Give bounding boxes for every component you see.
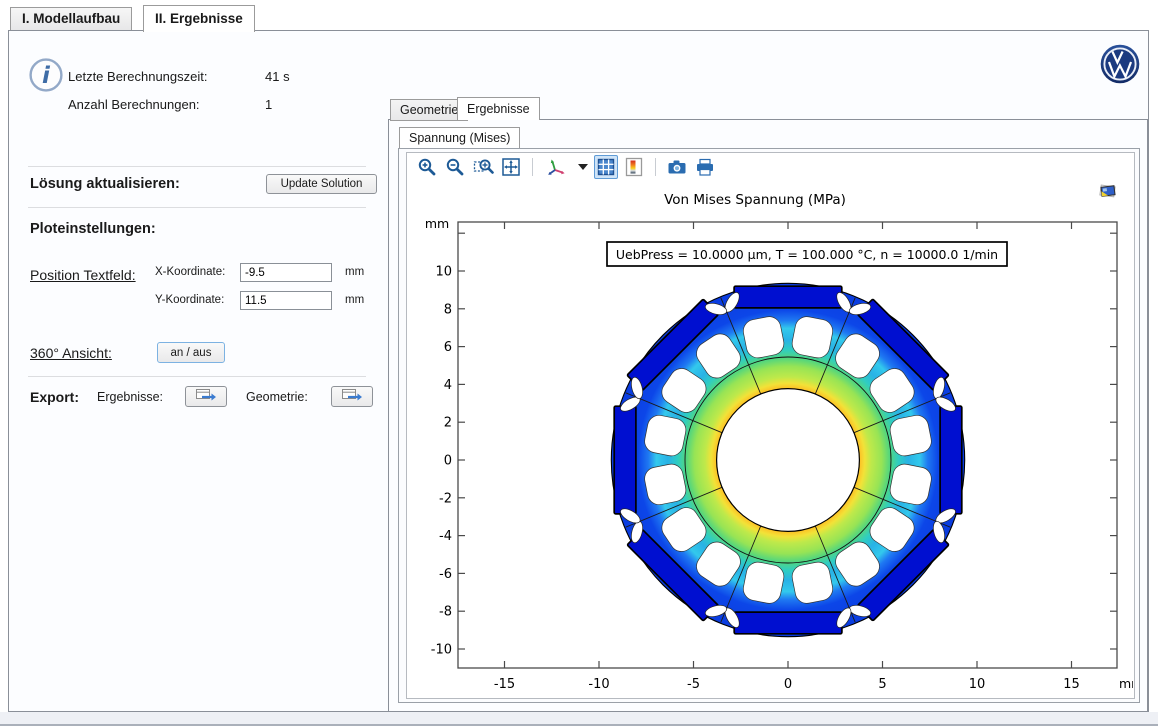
- x-coordinate-label: X-Koordinate:: [155, 266, 225, 278]
- update-solution-label: Lösung aktualisieren:: [30, 176, 180, 192]
- last-calc-time-value: 41 s: [265, 69, 290, 84]
- zoom-in-button[interactable]: [415, 155, 439, 179]
- color-legend-toggle-button[interactable]: [622, 155, 646, 179]
- export-icon: [195, 388, 217, 405]
- view-360-toggle-button[interactable]: an / aus: [157, 342, 225, 363]
- zoom-in-icon: [417, 157, 437, 177]
- graphics-toolbar: [407, 153, 1140, 181]
- y-coordinate-input[interactable]: [240, 291, 332, 310]
- zoom-extents-button[interactable]: [499, 155, 523, 179]
- info-icon: i: [28, 57, 64, 93]
- view-orientation-icon: [546, 157, 568, 177]
- toolbar-separator: [655, 158, 656, 176]
- plot-settings-heading: Ploteinstellungen:: [30, 221, 156, 237]
- chevron-down-icon: [578, 164, 588, 170]
- vw-logo: [1100, 44, 1140, 84]
- x-coordinate-input[interactable]: [240, 263, 332, 282]
- printer-icon: [695, 158, 715, 177]
- x-unit-label: mm: [345, 266, 364, 278]
- grid-icon: [597, 158, 615, 176]
- export-results-label: Ergebnisse:: [97, 390, 163, 404]
- svg-text:mm: mm: [425, 216, 449, 231]
- export-geometry-button[interactable]: [331, 386, 373, 407]
- tab-ergebnisse-inner[interactable]: Ergebnisse: [457, 97, 540, 120]
- svg-text:4: 4: [444, 378, 452, 393]
- divider: [28, 207, 366, 208]
- svg-text:-15: -15: [494, 677, 515, 692]
- svg-text:mm: mm: [1119, 676, 1133, 691]
- export-geometry-label: Geometrie:: [246, 390, 308, 404]
- svg-text:0: 0: [784, 677, 792, 692]
- plot-thumbnail-icon[interactable]: [1098, 181, 1118, 201]
- svg-text:10: 10: [435, 265, 452, 280]
- calc-count-label: Anzahl Berechnungen:: [68, 97, 200, 112]
- position-textfield-label: Position Textfeld:: [30, 267, 136, 283]
- zoom-out-icon: [445, 157, 465, 177]
- tab-spannung-mises[interactable]: Spannung (Mises): [399, 127, 520, 148]
- last-calc-time-label: Letzte Berechnungszeit:: [68, 69, 207, 84]
- zoom-box-button[interactable]: [471, 155, 495, 179]
- export-heading: Export:: [30, 389, 79, 405]
- snapshot-button[interactable]: [665, 155, 689, 179]
- view-orientation-button[interactable]: [542, 155, 572, 179]
- tab-ergebnisse[interactable]: II. Ergebnisse: [143, 5, 255, 32]
- toolbar-separator: [532, 158, 533, 176]
- view-orientation-dropdown[interactable]: [576, 155, 590, 179]
- svg-text:-5: -5: [687, 677, 700, 692]
- y-unit-label: mm: [345, 294, 364, 306]
- svg-text:-10: -10: [588, 677, 609, 692]
- svg-text:15: 15: [1063, 677, 1080, 692]
- zoom-box-icon: [473, 157, 494, 177]
- view-360-label: 360° Ansicht:: [30, 345, 112, 361]
- svg-text:8: 8: [444, 302, 452, 317]
- app-window: { "main_tabs": [ {"label": "I. Modellauf…: [0, 0, 1158, 724]
- svg-text:-8: -8: [439, 605, 452, 620]
- plot-canvas[interactable]: Von Mises Spannung (MPa) -15 -10 -5 0 5 10 15 10…: [406, 152, 1133, 697]
- tab-modellaufbau[interactable]: I. Modellaufbau: [10, 7, 132, 31]
- svg-text:UebPress = 10.0000 µm, T = 100: UebPress = 10.0000 µm, T = 100.000 °C, n…: [616, 247, 998, 262]
- svg-text:0: 0: [444, 454, 452, 469]
- svg-text:10: 10: [969, 677, 986, 692]
- print-button[interactable]: [693, 155, 717, 179]
- color-legend-icon: [625, 157, 643, 177]
- svg-text:-4: -4: [439, 529, 452, 544]
- svg-text:Von Mises Spannung (MPa): Von Mises Spannung (MPa): [664, 192, 846, 208]
- grid-toggle-button[interactable]: [594, 155, 618, 179]
- y-coordinate-label: Y-Koordinate:: [155, 294, 224, 306]
- svg-text:6: 6: [444, 340, 452, 355]
- zoom-extents-icon: [501, 157, 521, 177]
- svg-text:2: 2: [444, 416, 452, 431]
- divider: [28, 376, 366, 377]
- svg-text:i: i: [42, 63, 51, 89]
- svg-text:5: 5: [878, 677, 886, 692]
- svg-text:-6: -6: [439, 567, 452, 582]
- update-solution-button[interactable]: Update Solution: [266, 174, 377, 194]
- camera-icon: [667, 158, 687, 176]
- calc-count-value: 1: [265, 97, 272, 112]
- export-results-button[interactable]: [185, 386, 227, 407]
- export-icon: [341, 388, 363, 405]
- svg-text:-10: -10: [431, 643, 452, 658]
- divider: [28, 166, 366, 167]
- svg-text:-2: -2: [439, 491, 452, 506]
- zoom-out-button[interactable]: [443, 155, 467, 179]
